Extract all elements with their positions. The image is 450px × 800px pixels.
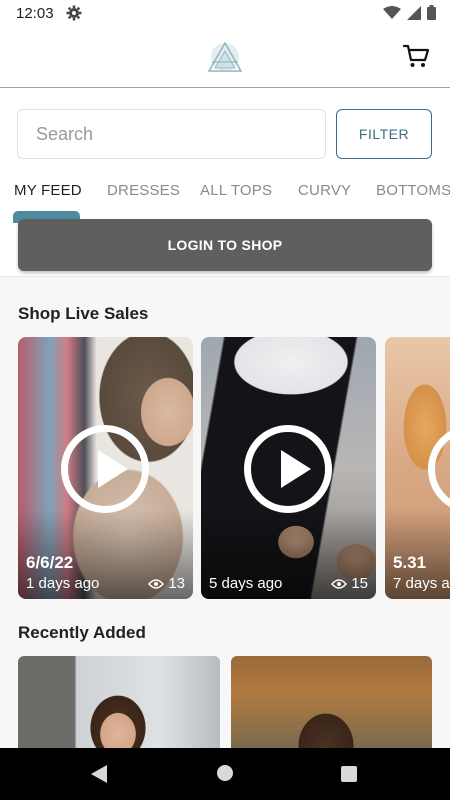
search-placeholder: Search	[36, 123, 94, 144]
triangle-logo-icon[interactable]	[206, 40, 244, 74]
card-views: 15	[331, 575, 368, 592]
battery-icon	[427, 5, 436, 20]
live-sales-title: Shop Live Sales	[18, 304, 149, 323]
filter-button[interactable]: FILTER	[336, 109, 432, 159]
product-photo	[231, 656, 432, 748]
tab-my-feed[interactable]: MY FEED	[14, 182, 82, 199]
status-time: 12:03	[16, 5, 54, 22]
home-icon[interactable]	[217, 765, 233, 781]
views-count: 15	[351, 575, 368, 592]
play-icon[interactable]	[61, 425, 149, 513]
card-posted-ago: 7 days ago	[393, 575, 450, 592]
status-bar: 12:03	[0, 0, 450, 28]
card-posted-ago: 1 days ago	[26, 575, 100, 592]
play-icon[interactable]	[244, 425, 332, 513]
recents-icon[interactable]	[341, 766, 357, 782]
app-header	[0, 28, 450, 88]
login-to-shop-button[interactable]: LOGIN TO SHOP	[18, 219, 432, 271]
card-posted-ago: 5 days ago	[209, 575, 283, 592]
eye-icon	[331, 578, 348, 589]
card-date: 5.31	[393, 553, 427, 572]
category-tabs: MY FEED DRESSES ALL TOPS CURVY BOTTOMS	[0, 176, 450, 216]
settings-gear-icon	[66, 5, 82, 21]
recent-item-card[interactable]	[18, 656, 220, 748]
live-sale-card[interactable]: 5.31 7 days ago	[385, 337, 450, 599]
system-nav-bar	[0, 748, 450, 800]
live-sale-card[interactable]: 6/6/22 1 days ago 13	[18, 337, 193, 599]
card-views: 13	[148, 575, 185, 592]
live-sale-card[interactable]: 5 days ago 15	[201, 337, 376, 599]
tab-curvy[interactable]: CURVY	[298, 182, 351, 199]
tab-all-tops[interactable]: ALL TOPS	[200, 182, 272, 199]
status-indicators	[383, 5, 436, 20]
tab-dresses[interactable]: DRESSES	[107, 182, 180, 199]
wifi-icon	[383, 5, 401, 19]
search-input[interactable]: Search	[17, 109, 326, 159]
recently-added-title: Recently Added	[18, 623, 146, 642]
signal-icon	[407, 5, 421, 20]
tab-bottoms[interactable]: BOTTOMS	[376, 182, 450, 199]
product-photo	[18, 656, 220, 748]
cart-icon[interactable]	[402, 42, 430, 70]
back-icon[interactable]	[91, 765, 107, 783]
views-count: 13	[168, 575, 185, 592]
eye-icon	[148, 578, 165, 589]
card-date: 6/6/22	[26, 553, 74, 572]
recent-item-card[interactable]	[231, 656, 432, 748]
